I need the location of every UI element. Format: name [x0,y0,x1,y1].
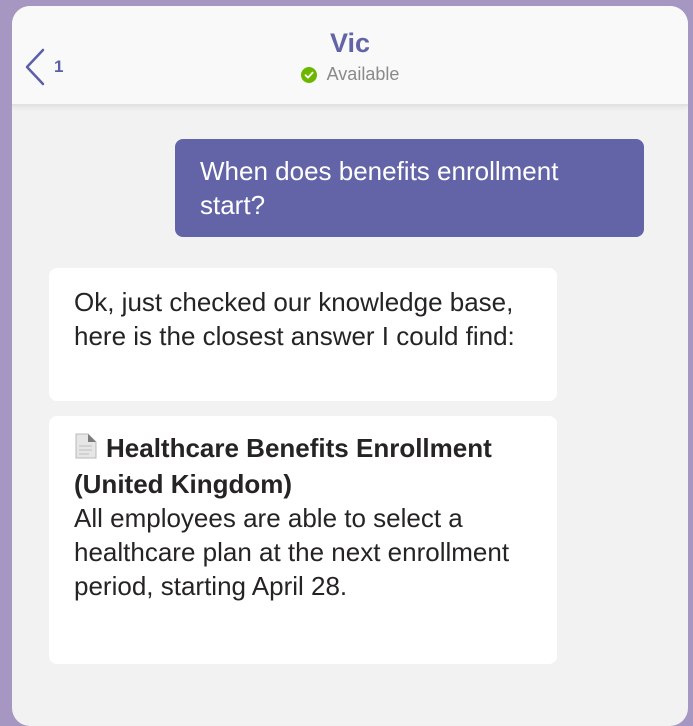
chat-header: 1 Vic Available [12,6,688,106]
card-title-row: Healthcare Benefits Enrollment (United K… [74,431,533,501]
status-label: Available [326,64,400,84]
chat-window: 1 Vic Available When does benefits enrol… [12,6,688,726]
card-title: Healthcare Benefits Enrollment (United K… [74,433,492,499]
user-message: When does benefits enrollment start? [175,139,644,237]
answer-card[interactable]: Healthcare Benefits Enrollment (United K… [49,416,557,664]
card-body: All employees are able to select a healt… [74,503,510,601]
document-icon [74,433,98,467]
presence-status: Available [12,64,688,85]
available-check-icon [300,66,317,83]
contact-name[interactable]: Vic [12,28,688,59]
bot-message: Ok, just checked our knowledge base, her… [49,268,557,401]
